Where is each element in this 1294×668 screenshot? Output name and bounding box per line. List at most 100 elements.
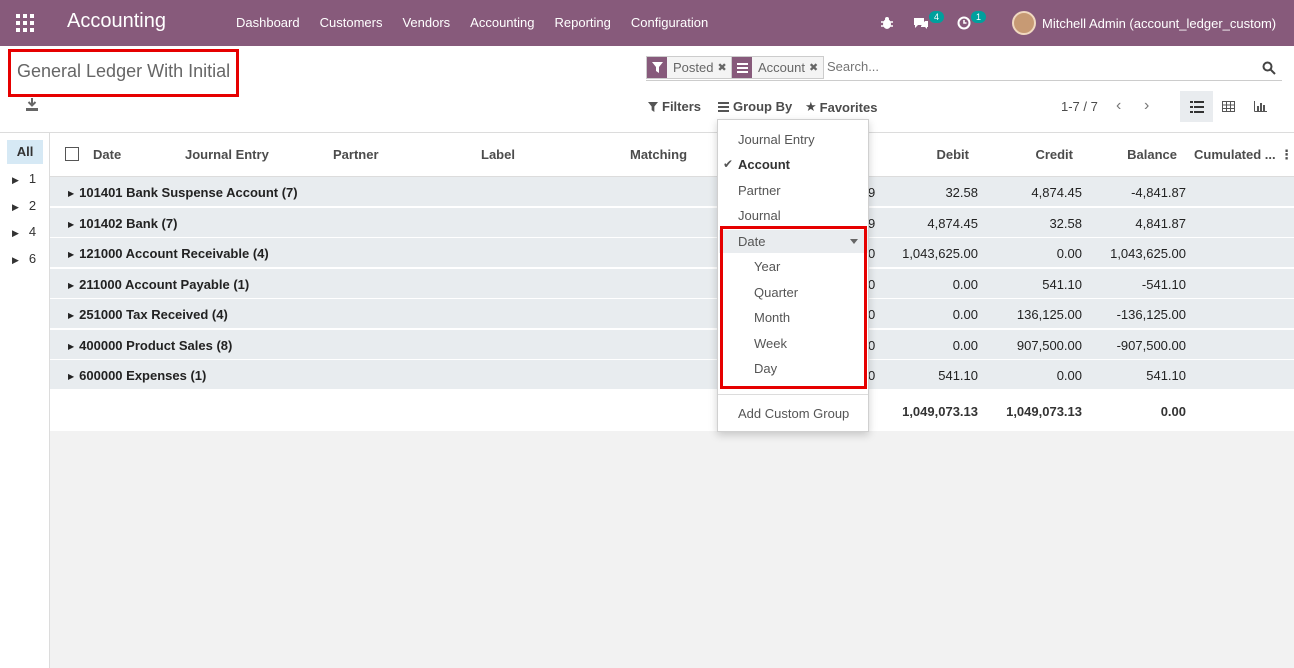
group-by-journal-entry[interactable]: Journal Entry [738,132,815,147]
credit-cell: 32.58 [1049,216,1082,231]
menu-dashboard[interactable]: Dashboard [226,15,310,30]
table-header: Date Journal Entry Partner Label Matchin… [50,133,1294,177]
total-debit: 1,049,073.13 [902,404,978,419]
credit-cell: 541.10 [1042,277,1082,292]
page-title: General Ledger With Initial [17,61,231,81]
column-date[interactable]: Date [93,147,121,162]
activities-button[interactable]: 1 [957,0,987,46]
search-panel-item[interactable]: ▶ 1 [12,171,36,186]
table-row[interactable]: ▶ 251000 Tax Received (4) 0 0.00 136,125.… [50,299,1294,329]
group-name: 600000 Expenses (1) [79,368,207,383]
column-cumulated[interactable]: Cumulated ... [1194,147,1276,162]
table-row[interactable]: ▶ 211000 Account Payable (1) 0 0.00 541.1… [50,269,1294,299]
download-icon[interactable] [26,98,38,112]
group-by-button[interactable]: Group By [718,99,792,114]
table-row[interactable]: ▶ 101402 Bank (7) 9 4,874.45 32.58 4,841.… [50,208,1294,238]
group-name: 211000 Account Payable (1) [79,277,250,292]
apps-menu-icon[interactable] [16,14,34,32]
debug-icon[interactable] [880,0,894,46]
column-balance[interactable]: Balance [1057,147,1177,162]
table-row[interactable]: ▶ 101401 Bank Suspense Account (7) 9 32.5… [50,177,1294,207]
menu-customers[interactable]: Customers [310,15,393,30]
user-name: Mitchell Admin (account_ledger_custom) [1042,15,1277,31]
pager-previous-icon[interactable]: ‹ [1116,97,1121,115]
favorites-button[interactable]: ★ Favorites [805,99,877,115]
caret-right-icon: ▶ [12,255,19,265]
checkmark-icon: ✔ [723,157,734,171]
caret-right-icon: ▶ [68,220,75,229]
totals-row: 1,049,073.13 1,049,073.13 0.00 [50,391,1294,431]
messages-button[interactable]: 4 [913,0,945,46]
column-partner[interactable]: Partner [333,147,379,162]
debit-cell: 1,043,625.00 [902,246,978,261]
search-input[interactable] [827,59,1227,74]
column-credit[interactable]: Credit [953,147,1073,162]
page-title-highlight: General Ledger With Initial [8,49,239,97]
filter-icon [647,57,667,78]
table-row[interactable]: ▶ 400000 Product Sales (8) 0 0.00 907,500… [50,330,1294,360]
caret-right-icon: ▶ [68,189,75,198]
debit-cell: 4,874.45 [927,216,978,231]
group-by-partner[interactable]: Partner [738,183,781,198]
column-journal-entry[interactable]: Journal Entry [185,147,269,162]
search-panel-item-label: 2 [28,198,37,213]
facet-label: Account [758,60,805,75]
add-custom-group[interactable]: Add Custom Group [738,406,849,421]
pivot-view-button[interactable] [1212,91,1245,122]
bar-chart-icon [1254,101,1267,112]
select-all-checkbox[interactable] [65,147,79,161]
balance-cell: -907,500.00 [1116,338,1186,353]
group-by-journal[interactable]: Journal [738,208,781,223]
search-panel-item[interactable]: ▶ 4 [12,224,36,239]
avatar [1012,11,1036,35]
credit-cell: 4,874.45 [1031,185,1082,200]
graph-view-button[interactable] [1244,91,1277,122]
facet-account[interactable]: Account ✖ [731,56,825,79]
column-matching[interactable]: Matching [630,147,687,162]
app-brand[interactable]: Accounting [67,10,166,33]
caret-right-icon: ▶ [12,202,19,212]
debit-cell: 32.58 [945,185,978,200]
favorites-label: Favorites [819,99,878,115]
balance-cell: 1,043,625.00 [1110,246,1186,261]
debit-cell: 0.00 [952,277,978,292]
table-row[interactable]: ▶ 121000 Account Receivable (4) 0 1,043,6… [50,238,1294,268]
filters-button[interactable]: Filters [648,99,701,114]
caret-right-icon: ▶ [68,372,75,381]
menu-vendors[interactable]: Vendors [392,15,460,30]
user-menu[interactable]: Mitchell Admin (account_ledger_custom) [1012,0,1276,46]
list-icon [1189,100,1204,113]
search-panel-item[interactable]: ▶ 6 [12,251,36,266]
credit-cell: 0.00 [1056,246,1082,261]
table-row[interactable]: ▶ 600000 Expenses (1) 0 541.10 0.00 541.1… [50,360,1294,390]
column-options-icon[interactable]: ⋮ [1280,147,1293,163]
balance-cell: -541.10 [1141,277,1186,292]
remove-facet-icon[interactable]: ✖ [809,61,823,74]
facet-label: Posted [673,60,714,75]
empty-content-area [50,431,1294,668]
clock-icon [957,16,971,30]
remove-facet-icon[interactable]: ✖ [717,61,731,74]
caret-right-icon: ▶ [68,281,75,290]
caret-right-icon: ▶ [68,250,75,259]
group-by-label: Group By [733,99,793,114]
caret-right-icon: ▶ [68,311,75,320]
column-label[interactable]: Label [481,147,515,162]
caret-right-icon: ▶ [12,175,19,185]
list-view-button[interactable] [1180,91,1213,122]
pager-value[interactable]: 1-7 / 7 [1061,99,1098,114]
facet-posted[interactable]: Posted ✖ [646,56,733,79]
menu-accounting[interactable]: Accounting [460,15,544,30]
pager-next-icon[interactable]: › [1144,97,1149,115]
menu-reporting[interactable]: Reporting [545,15,621,30]
menu-configuration[interactable]: Configuration [621,15,718,30]
debit-cell: 0.00 [952,307,978,322]
group-by-account[interactable]: Account [738,157,790,172]
search-panel: All ▶ 1 ▶ 2 ▶ 4 ▶ 6 [0,133,50,668]
filters-label: Filters [662,99,702,114]
search-panel-all[interactable]: All [7,140,43,164]
group-name: 101402 Bank (7) [79,216,178,231]
search-icon[interactable] [1262,61,1276,75]
group-name: 251000 Tax Received (4) [79,307,228,322]
search-panel-item[interactable]: ▶ 2 [12,198,36,213]
